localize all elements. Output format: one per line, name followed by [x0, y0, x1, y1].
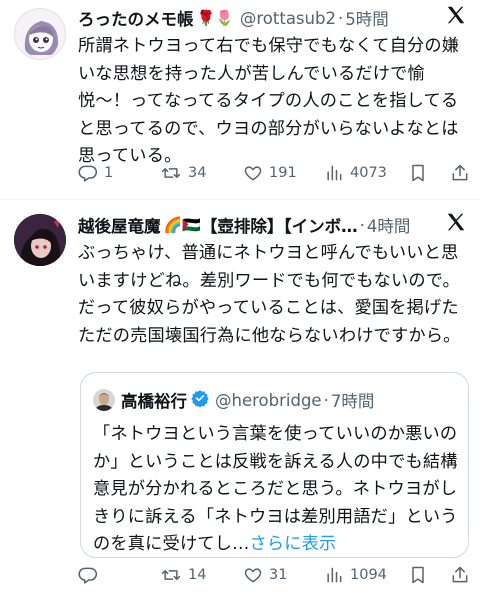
- views-icon: [327, 567, 342, 583]
- quote-display-name[interactable]: 高橋裕行: [121, 388, 187, 412]
- avatar[interactable]: [14, 214, 66, 266]
- username[interactable]: @rottasub2: [240, 9, 336, 28]
- views-button[interactable]: 1094: [324, 565, 387, 585]
- avatar-photo: [93, 389, 115, 411]
- view-count: 4073: [350, 165, 387, 181]
- heart-icon: [244, 166, 262, 181]
- quote-timestamp[interactable]: 7時間: [331, 388, 375, 412]
- separator-dot: ·: [359, 215, 365, 235]
- views-button[interactable]: 4073: [324, 163, 387, 183]
- reply-icon: [78, 165, 98, 182]
- avatar[interactable]: [14, 8, 66, 60]
- bookmark-button[interactable]: [408, 163, 428, 183]
- tweet-text: ぶっちゃけ、普通にネトウヨと呼んでもいいと思いますけどね。差別ワードでも何でもな…: [78, 243, 461, 346]
- name-emoji: 🌹🌷: [196, 9, 234, 27]
- quote-tweet[interactable]: 高橋裕行 @herobridge · 7時間 「ネトウヨという言葉を使っていいの…: [80, 372, 469, 558]
- share-button[interactable]: [450, 163, 470, 183]
- like-count: 191: [269, 165, 297, 181]
- share-icon: [452, 164, 468, 181]
- avatar-illustration: [14, 214, 66, 266]
- heart-icon: [244, 568, 262, 583]
- quote-header: 高橋裕行 @herobridge · 7時間: [121, 388, 374, 412]
- share-icon: [452, 566, 468, 583]
- bookmark-icon: [412, 164, 424, 182]
- x-logo-icon: [445, 4, 467, 32]
- like-button[interactable]: 31: [243, 565, 287, 585]
- retweet-icon: [161, 168, 181, 178]
- tweet-1[interactable]: ろったのメモ帳 🌹🌷 @rottasub2 · 5時間 所謂ネトウヨって右でも保…: [0, 0, 480, 195]
- display-name[interactable]: ろったのメモ帳: [78, 6, 194, 30]
- reply-count: 1: [104, 165, 114, 181]
- tweet-text: 所謂ネトウヨって右でも保守でもなくて自分の嫌いな思想を持った人が苦しんでいるだけ…: [78, 36, 460, 166]
- retweet-button[interactable]: 14: [160, 565, 206, 585]
- retweet-count: 14: [188, 567, 207, 583]
- quote-avatar[interactable]: [93, 389, 115, 411]
- retweet-count: 34: [188, 165, 207, 181]
- retweet-icon: [161, 570, 181, 580]
- views-icon: [327, 165, 342, 181]
- action-bar: 1 34 191 4073: [0, 163, 480, 189]
- verified-badge-icon: [191, 389, 209, 411]
- avatar-illustration: [15, 9, 65, 59]
- timestamp[interactable]: 4時間: [367, 213, 411, 237]
- show-more-link[interactable]: さらに表示: [250, 534, 337, 554]
- like-count: 31: [269, 567, 288, 583]
- action-bar: 14 31 1094: [0, 565, 480, 591]
- share-button[interactable]: [450, 565, 470, 585]
- x-logo-icon: [445, 211, 467, 239]
- tweet-header: ろったのメモ帳 🌹🌷 @rottasub2 · 5時間: [78, 6, 389, 30]
- reply-button[interactable]: [78, 565, 104, 585]
- display-name-suffix[interactable]: 【壺排除】【インボ…: [201, 213, 358, 237]
- bookmark-button[interactable]: [408, 565, 428, 585]
- view-count: 1094: [350, 567, 387, 583]
- quote-text-block: 「ネトウヨという言葉を使っていいのか悪いのか」ということは反戦を訴える人の中でも…: [93, 421, 463, 559]
- bookmark-icon: [412, 566, 424, 584]
- name-emoji: 🌈🇵🇸: [163, 216, 201, 234]
- reply-icon: [78, 567, 98, 584]
- reply-button[interactable]: 1: [78, 163, 113, 183]
- timestamp[interactable]: 5時間: [345, 6, 389, 30]
- retweet-button[interactable]: 34: [160, 163, 206, 183]
- quote-username[interactable]: @herobridge: [215, 391, 322, 410]
- display-name[interactable]: 越後屋竜魔: [78, 213, 161, 237]
- separator-dot: ·: [337, 8, 344, 28]
- tweet-header: 越後屋竜魔 🌈🇵🇸 【壺排除】【インボ… · 4時間: [78, 213, 410, 237]
- like-button[interactable]: 191: [243, 163, 297, 183]
- separator-dot: ·: [323, 390, 329, 410]
